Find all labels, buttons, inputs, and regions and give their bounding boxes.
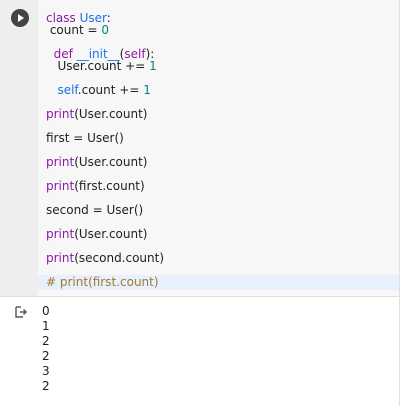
code-token: # print(first.count) bbox=[46, 275, 159, 289]
output-line: 2 bbox=[42, 349, 50, 363]
code-line-print5_line[interactable]: print(second.count) bbox=[46, 249, 164, 267]
code-token: (User.count) bbox=[74, 227, 148, 241]
output-line: 3 bbox=[42, 364, 50, 378]
code-token: print bbox=[46, 155, 75, 169]
code-token: first = User() bbox=[46, 131, 124, 145]
code-token: print bbox=[46, 251, 75, 265]
code-token: (second.count) bbox=[74, 251, 165, 265]
code-token: print bbox=[46, 179, 75, 193]
cell-gutter bbox=[0, 0, 38, 296]
code-token: (User.count) bbox=[74, 155, 148, 169]
code-token: .count += bbox=[77, 83, 144, 97]
code-line-print2_line[interactable]: print(User.count) bbox=[46, 153, 148, 171]
code-token: print bbox=[46, 107, 75, 121]
run-cell-button[interactable] bbox=[11, 9, 29, 27]
code-token: print bbox=[46, 227, 75, 241]
code-line-comment_line[interactable]: # print(first.count) bbox=[46, 273, 159, 291]
code-cell: class User: count = 0 def __init__(self)… bbox=[0, 0, 400, 406]
code-token: count = bbox=[46, 23, 102, 37]
code-line-print1_line[interactable]: print(User.count) bbox=[46, 105, 148, 123]
cell-divider bbox=[0, 296, 400, 297]
output-line: 1 bbox=[42, 319, 50, 333]
code-token: 0 bbox=[101, 23, 109, 37]
code-token: User.count += bbox=[46, 59, 150, 73]
code-token: self bbox=[57, 83, 78, 97]
output-line: 2 bbox=[42, 379, 50, 393]
code-token: (first.count) bbox=[74, 179, 145, 193]
code-token: 1 bbox=[143, 83, 151, 97]
code-line-print4_line[interactable]: print(User.count) bbox=[46, 225, 148, 243]
code-line-second_line[interactable]: second = User() bbox=[46, 201, 143, 219]
code-line-print3_line[interactable]: print(first.count) bbox=[46, 177, 145, 195]
code-token: (User.count) bbox=[74, 107, 148, 121]
code-token: second = User() bbox=[46, 203, 144, 217]
code-line-inc1_line[interactable]: User.count += 1 bbox=[46, 57, 157, 75]
output-line: 0 bbox=[42, 304, 50, 318]
output-line: 2 bbox=[42, 334, 50, 348]
code-line-inc2_line[interactable]: self.count += 1 bbox=[46, 81, 151, 99]
code-token: 1 bbox=[149, 59, 157, 73]
code-line-count_line[interactable]: count = 0 bbox=[46, 21, 109, 39]
code-line-first_line[interactable]: first = User() bbox=[46, 129, 124, 147]
output-arrow-icon bbox=[15, 306, 27, 318]
play-icon bbox=[18, 14, 24, 22]
